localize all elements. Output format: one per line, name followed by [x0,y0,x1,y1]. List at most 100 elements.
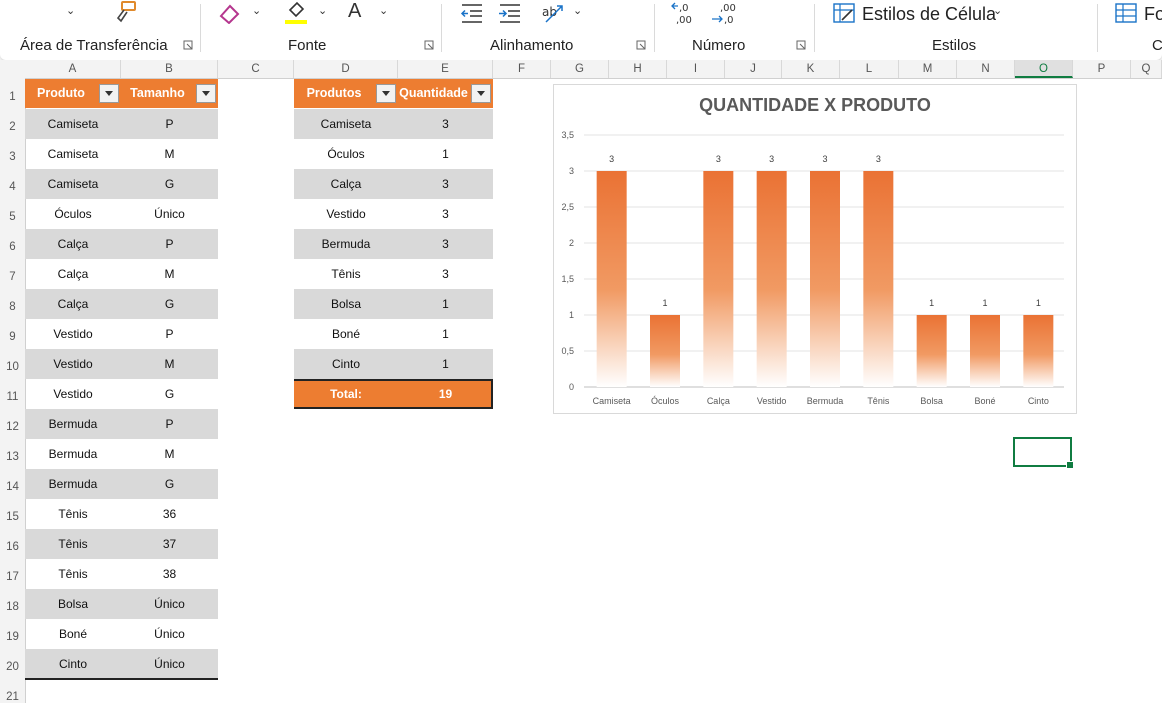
table-cell[interactable]: G [121,169,218,199]
clipboard-launcher-icon[interactable] [183,40,193,50]
chart-bar[interactable] [1023,315,1054,387]
column-header-C[interactable]: C [218,60,294,78]
table-cell[interactable]: Vestido [25,379,121,409]
table-cell[interactable]: P [121,229,218,259]
filter-dropdown-button[interactable] [376,84,396,103]
table-cell[interactable]: M [121,349,218,379]
filter-dropdown-button[interactable] [196,84,216,103]
column-header-Q[interactable]: Q [1131,60,1162,78]
column-header-O[interactable]: O [1015,60,1073,78]
format-painter-icon[interactable] [112,0,138,24]
table-cell[interactable]: M [121,439,218,469]
table-header-cell[interactable]: Quantidade [398,79,493,108]
decrease-indent-icon[interactable] [460,2,484,24]
chart-bar[interactable] [863,171,894,387]
decrease-decimal-icon[interactable]: ,00 ,0 [710,0,738,26]
table-cell[interactable]: P [121,109,218,139]
column-header-M[interactable]: M [899,60,957,78]
chart-bar[interactable] [756,171,787,387]
column-header-A[interactable]: A [25,60,121,78]
table-cell[interactable]: Camiseta [294,109,398,139]
table-cell[interactable]: Único [121,649,218,679]
row-header-8[interactable]: 8 [0,301,25,313]
cell-styles-icon[interactable] [832,2,856,24]
table-cell[interactable]: G [121,469,218,499]
table-cell[interactable]: Boné [25,619,121,649]
font-color-icon[interactable]: A [348,0,361,23]
table-cell[interactable]: 1 [398,139,493,169]
table-cell[interactable]: Único [121,619,218,649]
format-cells-icon[interactable] [1114,2,1138,24]
table-cell[interactable]: Vestido [294,199,398,229]
font-launcher-icon[interactable] [424,40,434,50]
row-header-21[interactable]: 21 [0,691,25,703]
table-cell[interactable]: 36 [121,499,218,529]
table-cell[interactable]: Tênis [25,559,121,589]
row-header-17[interactable]: 17 [0,571,25,583]
table-cell[interactable]: 3 [398,229,493,259]
column-header-F[interactable]: F [493,60,551,78]
row-header-4[interactable]: 4 [0,181,25,193]
table-cell[interactable]: Boné [294,319,398,349]
row-header-13[interactable]: 13 [0,451,25,463]
fill-color-chevron-icon[interactable]: ⌄ [318,4,327,17]
alignment-launcher-icon[interactable] [636,40,646,50]
table-cell[interactable]: Óculos [294,139,398,169]
clear-chevron-icon[interactable]: ⌄ [252,4,261,17]
format-button-cut[interactable]: Fo [1144,4,1162,25]
fill-color-icon[interactable] [284,0,310,26]
row-header-20[interactable]: 20 [0,661,25,673]
table-cell[interactable]: M [121,259,218,289]
table-cell[interactable]: Camiseta [25,169,121,199]
column-header-D[interactable]: D [294,60,398,78]
font-color-chevron-icon[interactable]: ⌄ [379,4,388,17]
chart-bar[interactable] [810,171,840,387]
table-cell[interactable]: Bermuda [25,439,121,469]
row-header-9[interactable]: 9 [0,331,25,343]
table-cell[interactable]: M [121,139,218,169]
row-header-6[interactable]: 6 [0,241,25,253]
eraser-icon[interactable] [218,2,242,24]
table-cell[interactable]: Calça [294,169,398,199]
row-header-16[interactable]: 16 [0,541,25,553]
chart-bar[interactable] [596,171,627,387]
row-header-5[interactable]: 5 [0,211,25,223]
table-cell[interactable]: Vestido [25,319,121,349]
chart-bar[interactable] [703,171,734,387]
column-header-G[interactable]: G [551,60,609,78]
column-header-P[interactable]: P [1073,60,1131,78]
row-header-7[interactable]: 7 [0,271,25,283]
column-header-J[interactable]: J [725,60,782,78]
table-cell[interactable]: Cinto [25,649,121,679]
table-cell[interactable]: Óculos [25,199,121,229]
row-header-1[interactable]: 1 [0,91,25,103]
table-cell[interactable]: Calça [25,259,121,289]
paste-options-chevron-icon[interactable]: ⌄ [66,4,75,17]
increase-indent-icon[interactable] [498,2,522,24]
table-cell[interactable]: 1 [398,319,493,349]
table-cell[interactable]: Vestido [25,349,121,379]
table-cell[interactable]: Camiseta [25,139,121,169]
text-orientation-icon[interactable]: ab [540,0,566,24]
active-cell-selection[interactable] [1013,437,1074,469]
chart-bar[interactable] [916,315,947,387]
table-header-cell[interactable]: Tamanho [121,79,218,108]
chart-bar[interactable] [970,315,1000,387]
table-cell[interactable]: 38 [121,559,218,589]
row-header-10[interactable]: 10 [0,361,25,373]
table-cell[interactable]: Calça [25,289,121,319]
column-header-B[interactable]: B [121,60,218,78]
row-header-14[interactable]: 14 [0,481,25,493]
table-header-cell[interactable]: Produto [25,79,121,108]
column-header-I[interactable]: I [667,60,725,78]
table-cell[interactable]: 37 [121,529,218,559]
table-cell[interactable]: 1 [398,289,493,319]
total-row[interactable]: Total: 19 [294,379,493,409]
row-header-15[interactable]: 15 [0,511,25,523]
table-cell[interactable]: G [121,379,218,409]
table-cell[interactable]: Calça [25,229,121,259]
cell-styles-button[interactable]: Estilos de Célula [862,4,996,25]
orientation-chevron-icon[interactable]: ⌄ [573,4,582,17]
table-cell[interactable]: P [121,319,218,349]
row-header-3[interactable]: 3 [0,151,25,163]
